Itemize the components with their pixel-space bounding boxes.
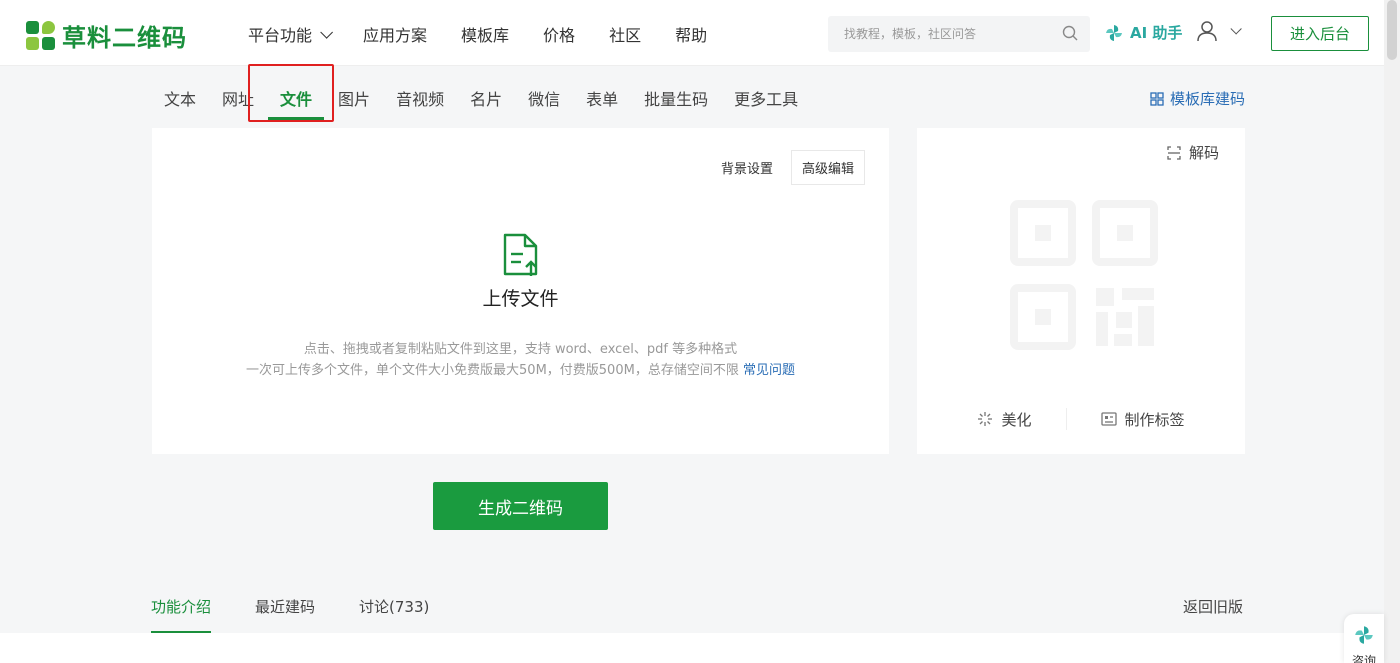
tab-audio-video[interactable]: 音视频	[396, 86, 444, 120]
consult-label: 咨询	[1351, 654, 1376, 663]
pinwheel-icon	[1106, 24, 1122, 41]
divider	[1065, 408, 1067, 430]
panel-tools: 背景设置 高级编辑	[721, 150, 865, 185]
generate-qr-button[interactable]: 生成二维码	[433, 482, 608, 530]
chevron-down-icon	[320, 25, 334, 39]
enter-backend-button[interactable]: 进入后台	[1271, 16, 1369, 51]
beautify-button[interactable]: 美化	[977, 409, 1032, 430]
tab-image[interactable]: 图片	[338, 86, 370, 120]
make-label-text: 制作标签	[1124, 410, 1185, 429]
qr-preview-panel: 解码 美化 制作标签	[917, 128, 1245, 454]
tab-wechat[interactable]: 微信	[528, 86, 560, 120]
tab-business-card[interactable]: 名片	[470, 86, 502, 120]
template-link-label: 模板库建码	[1170, 90, 1246, 108]
chevron-down-icon	[1230, 23, 1242, 35]
nav-community[interactable]: 社区	[609, 22, 641, 46]
decode-label: 解码	[1188, 144, 1219, 162]
nav-label: 价格	[543, 26, 576, 45]
nav-platform-features[interactable]: 平台功能	[248, 22, 334, 46]
nav-help[interactable]: 帮助	[675, 22, 707, 46]
search-input[interactable]	[828, 27, 1048, 41]
make-label-button[interactable]: 制作标签	[1100, 409, 1185, 430]
decode-button[interactable]: 解码	[1167, 142, 1219, 163]
tab-recent-codes[interactable]: 最近建码	[255, 596, 315, 633]
tab-text[interactable]: 文本	[164, 86, 196, 120]
top-navbar: 草料二维码 平台功能 应用方案 模板库 价格 社区 帮助 AI 助手	[0, 0, 1400, 66]
nav-label: 平台功能	[248, 26, 313, 45]
beautify-label: 美化	[1001, 410, 1032, 429]
tab-feature-intro[interactable]: 功能介绍	[151, 596, 212, 633]
main-nav: 平台功能 应用方案 模板库 价格 社区 帮助	[248, 22, 741, 46]
pinwheel-icon	[1355, 626, 1373, 644]
nav-solutions[interactable]: 应用方案	[363, 22, 427, 46]
file-upload-icon	[503, 233, 537, 276]
upload-panel[interactable]: 背景设置 高级编辑 上传文件 点击、拖拽或者复制粘贴文件到这里，支持 word、…	[152, 128, 889, 454]
preview-actions: 美化 制作标签	[917, 408, 1245, 430]
upload-hint-text: 一次可上传多个文件，单个文件大小免费版最大50M，付费版500M，总存储空间不限	[246, 363, 743, 378]
grid-icon	[1150, 91, 1164, 106]
upload-hint-line2: 一次可上传多个文件，单个文件大小免费版最大50M，付费版500M，总存储空间不限…	[152, 360, 889, 381]
label-icon	[1100, 412, 1117, 426]
user-icon	[1197, 21, 1217, 42]
background-setting-button[interactable]: 背景设置	[721, 158, 773, 177]
advanced-edit-button[interactable]: 高级编辑	[790, 150, 865, 185]
logo[interactable]: 草料二维码	[26, 18, 187, 53]
bottom-tabs: 功能介绍 最近建码 讨论(733)	[151, 596, 473, 633]
upload-hint: 点击、拖拽或者复制粘贴文件到这里，支持 word、excel、pdf 等多种格式…	[152, 339, 889, 381]
return-old-version-link[interactable]: 返回旧版	[1183, 596, 1243, 617]
bottom-content-area	[0, 633, 1384, 663]
user-menu[interactable]	[1196, 20, 1242, 42]
ai-helper-label: AI 助手	[1130, 24, 1183, 42]
faq-link[interactable]: 常见问题	[743, 363, 795, 378]
tab-batch[interactable]: 批量生码	[644, 86, 708, 120]
tab-more-tools[interactable]: 更多工具	[734, 86, 798, 120]
logo-icon	[26, 20, 56, 51]
consult-button[interactable]: 咨询	[1344, 614, 1384, 663]
nav-pricing[interactable]: 价格	[543, 22, 575, 46]
ai-helper-button[interactable]: AI 助手	[1104, 22, 1182, 43]
tab-discussion[interactable]: 讨论(733)	[359, 596, 429, 633]
scrollbar[interactable]	[1384, 0, 1400, 663]
sparkle-icon	[978, 412, 993, 426]
nav-label: 模板库	[461, 26, 510, 45]
template-library-link[interactable]: 模板库建码	[1150, 88, 1245, 109]
search-icon[interactable]	[1062, 25, 1078, 41]
qr-code-placeholder-icon	[1010, 200, 1158, 350]
upload-drop-zone[interactable]: 上传文件 点击、拖拽或者复制粘贴文件到这里，支持 word、excel、pdf …	[152, 232, 889, 381]
brand-name: 草料二维码	[62, 24, 187, 52]
nav-templates[interactable]: 模板库	[461, 22, 509, 46]
nav-label: 帮助	[675, 26, 708, 45]
scan-icon	[1167, 145, 1181, 160]
annotation-highlight-box	[248, 64, 334, 122]
scrollbar-thumb[interactable]	[1387, 0, 1397, 60]
nav-label: 社区	[609, 26, 642, 45]
tab-form[interactable]: 表单	[586, 86, 618, 120]
search-box	[828, 16, 1090, 52]
nav-label: 应用方案	[363, 26, 428, 45]
upload-hint-line1: 点击、拖拽或者复制粘贴文件到这里，支持 word、excel、pdf 等多种格式	[303, 342, 738, 357]
upload-title: 上传文件	[482, 288, 559, 310]
